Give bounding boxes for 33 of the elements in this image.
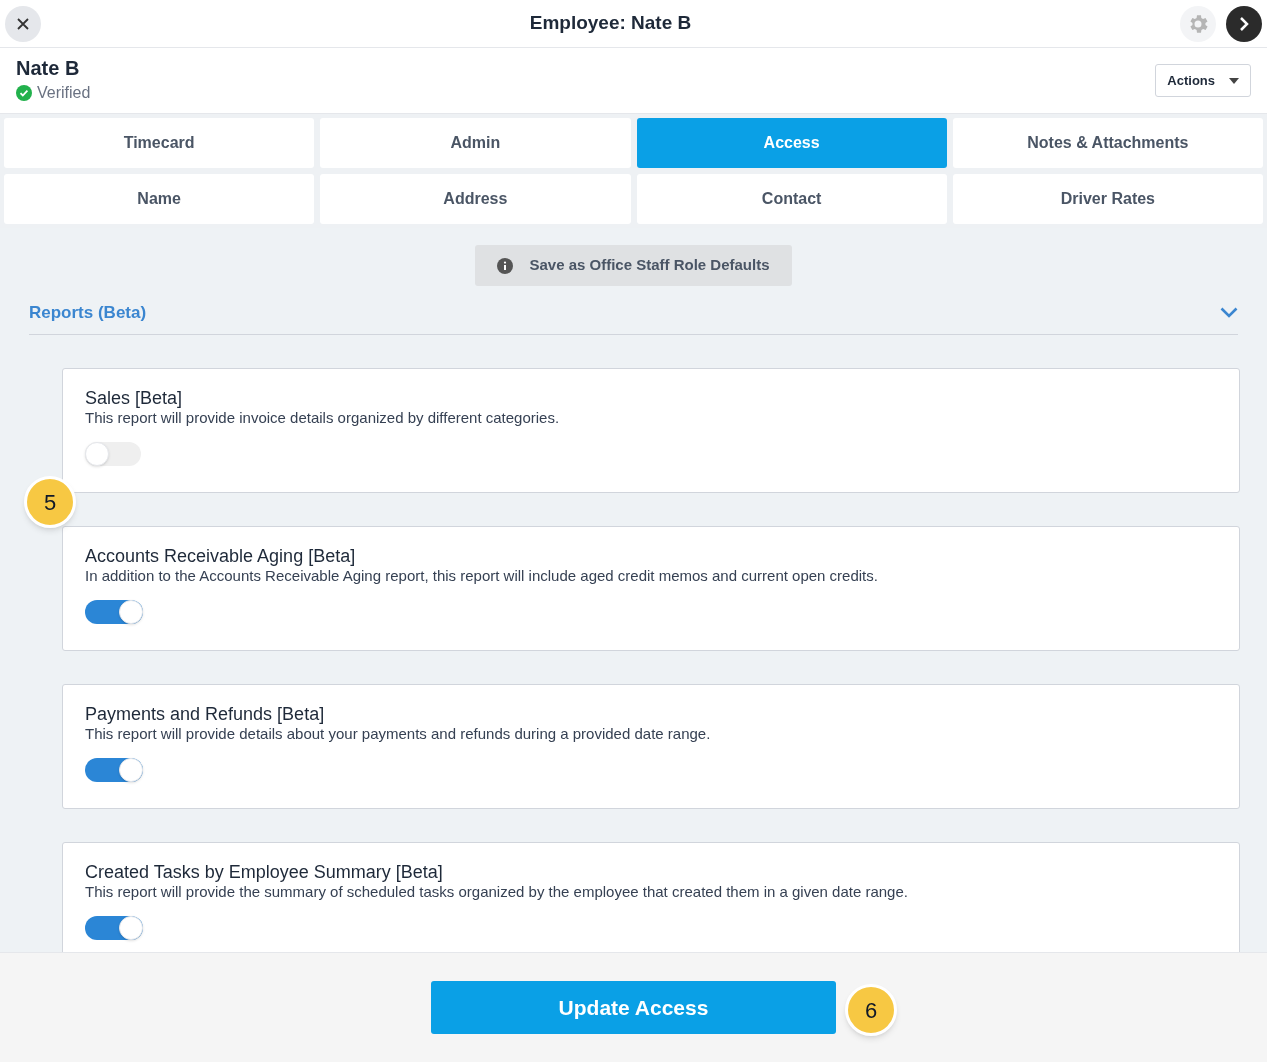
toggle-switch[interactable] xyxy=(85,599,143,624)
tab[interactable]: Notes & Attachments xyxy=(952,118,1263,168)
toggle-switch[interactable] xyxy=(85,441,141,466)
toggle-switch[interactable] xyxy=(85,915,143,940)
settings-button[interactable] xyxy=(1180,5,1216,42)
tab[interactable]: Contact xyxy=(636,174,947,224)
verification-status: Verified xyxy=(37,83,91,103)
report-title: Accounts Receivable Aging [Beta] xyxy=(85,544,356,567)
tab[interactable]: Name xyxy=(4,174,315,224)
tab[interactable]: Timecard xyxy=(4,118,315,168)
report-description: This report will provide details about your payments and refunds during a provided date range. xyxy=(85,724,711,743)
next-button[interactable] xyxy=(1226,5,1262,42)
close-button[interactable] xyxy=(5,5,41,42)
info-icon xyxy=(497,257,514,274)
chevron-down-icon[interactable] xyxy=(1220,307,1238,319)
window-title: Employee: Nate B xyxy=(529,11,692,36)
report-description: This report will provide invoice details organized by different categories. xyxy=(85,408,560,427)
caret-down-icon xyxy=(1229,77,1239,84)
tab[interactable]: Address xyxy=(320,174,631,224)
report-description: This report will provide the summary of scheduled tasks organized by the employee that created them in a given date range. xyxy=(85,882,908,901)
report-title: Payments and Refunds [Beta] xyxy=(85,702,325,725)
section-title: Reports (Beta) xyxy=(29,302,147,324)
close-icon xyxy=(16,16,30,31)
report-title: Created Tasks by Employee Summary [Beta] xyxy=(85,860,443,883)
toggle-switch[interactable] xyxy=(85,757,143,782)
tab[interactable]: Admin xyxy=(320,118,631,168)
employee-name: Nate B xyxy=(16,56,81,81)
save-defaults-button[interactable]: Save as Office Staff Role Defaults xyxy=(475,245,792,286)
chevron-right-icon xyxy=(1239,16,1249,31)
report-description: In addition to the Accounts Receivable Aging report, this report will include aged credit memos and current open credits. xyxy=(85,566,878,585)
tab[interactable]: Driver Rates xyxy=(952,174,1263,224)
report-title: Sales [Beta] xyxy=(85,386,183,409)
actions-dropdown[interactable]: Actions xyxy=(1155,64,1251,97)
